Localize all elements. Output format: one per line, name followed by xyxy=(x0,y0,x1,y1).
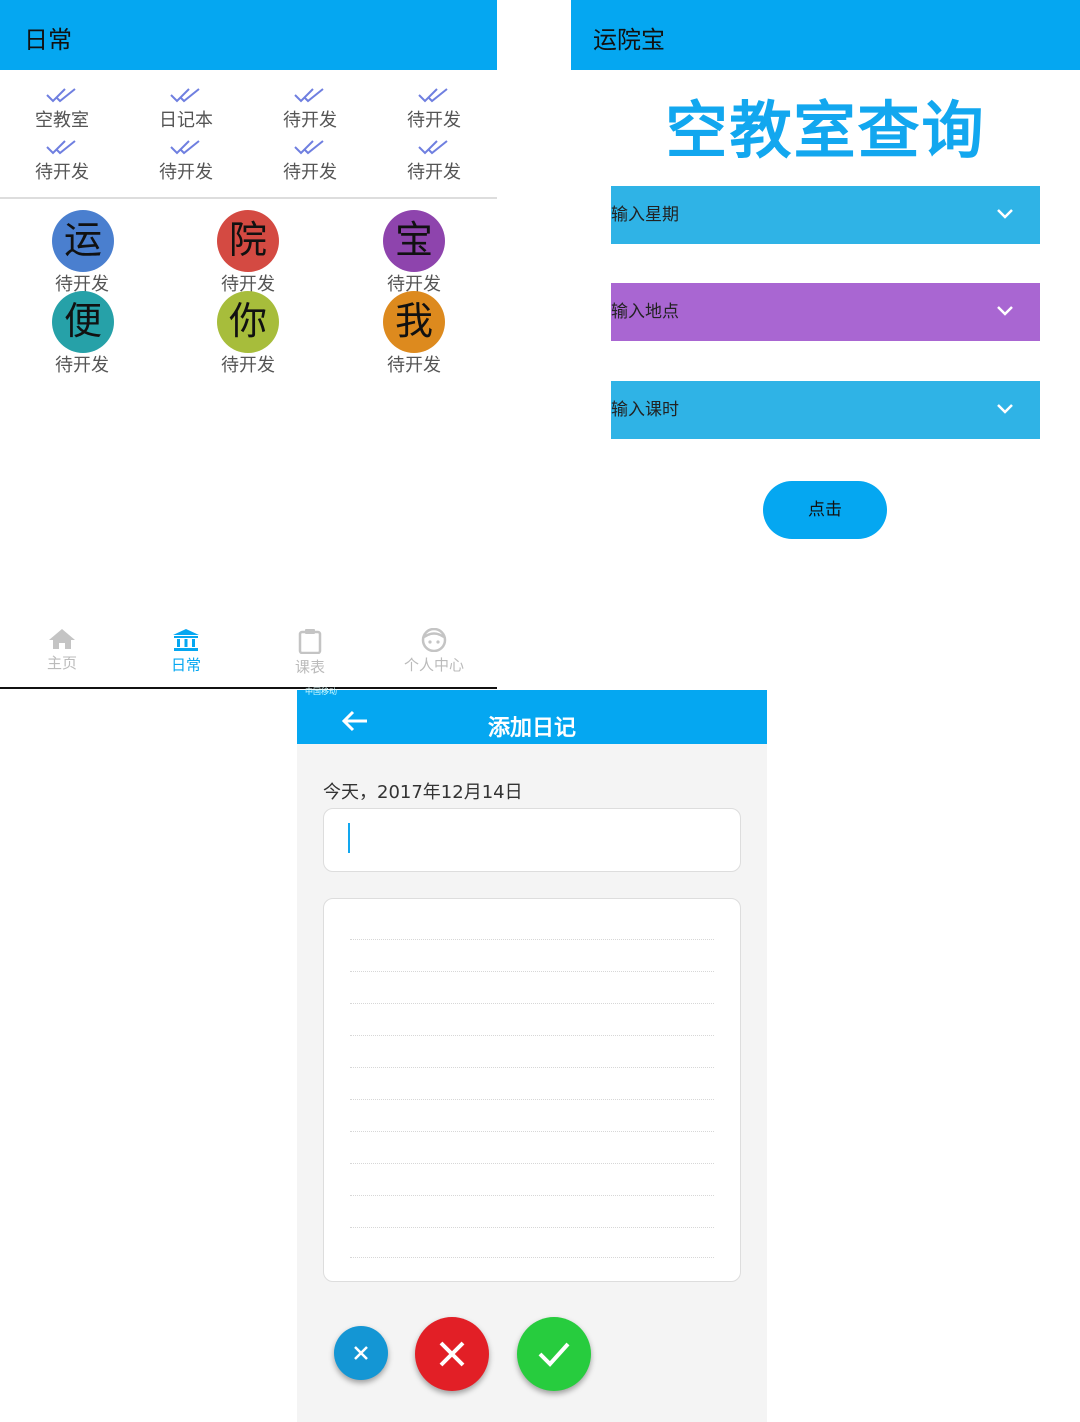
diary-panel: 中国移动 添加日记 今天，2017年12月14日 xyxy=(297,687,767,1422)
circle-item-label: 待开发 xyxy=(221,355,275,376)
quick-item-label: 待开发 xyxy=(159,162,213,183)
carrier-label: 中国移动 xyxy=(305,687,337,696)
nav-home[interactable]: 主页 xyxy=(17,628,107,673)
home-icon xyxy=(49,629,75,649)
query-heading: 空教室查询 xyxy=(665,94,986,167)
circle-item-yuan[interactable]: 院 xyxy=(217,210,279,272)
double-check-icon xyxy=(418,140,448,155)
close-icon xyxy=(439,1341,465,1367)
ruled-line xyxy=(350,1099,714,1100)
nav-profile[interactable]: 个人中心 xyxy=(389,628,479,675)
app-title: 运院宝 xyxy=(593,26,665,54)
ruled-line xyxy=(350,1195,714,1196)
nav-schedule[interactable]: 课表 xyxy=(265,628,355,677)
quick-item[interactable]: 待开发 xyxy=(265,138,355,184)
cancel-button[interactable] xyxy=(415,1317,489,1391)
ruled-line xyxy=(350,1035,714,1036)
diary-title: 添加日记 xyxy=(487,716,576,741)
query-button[interactable]: 点击 xyxy=(763,481,887,539)
diary-header: 中国移动 添加日记 xyxy=(297,687,767,744)
double-check-icon xyxy=(170,140,200,155)
ruled-line xyxy=(350,939,714,940)
quick-item[interactable]: 待开发 xyxy=(389,86,479,132)
ruled-line xyxy=(350,1257,714,1258)
confirm-button[interactable] xyxy=(517,1317,591,1391)
clear-button[interactable] xyxy=(334,1326,388,1380)
quick-item-label: 待开发 xyxy=(283,162,337,183)
quick-item-label: 待开发 xyxy=(407,162,461,183)
bank-icon xyxy=(173,629,199,651)
location-select[interactable]: 输入地点 xyxy=(611,283,1040,341)
quick-item-label: 待开发 xyxy=(283,110,337,131)
double-check-icon xyxy=(418,88,448,103)
quick-item-label: 待开发 xyxy=(407,110,461,131)
query-panel: 运院宝 空教室查询 输入星期 输入地点 输入课时 点击 xyxy=(571,0,1080,560)
quick-item-empty-classroom[interactable]: 空教室 xyxy=(17,86,107,132)
nav-label: 日常 xyxy=(170,656,201,674)
text-caret xyxy=(348,823,350,853)
diary-body-input[interactable] xyxy=(323,898,741,1282)
ruled-line xyxy=(350,1131,714,1132)
quick-item-label: 待开发 xyxy=(35,162,89,183)
period-select[interactable]: 输入课时 xyxy=(611,381,1040,439)
circle-item-label: 待开发 xyxy=(55,355,109,376)
weekday-select-label: 输入星期 xyxy=(611,205,679,225)
quick-item[interactable]: 待开发 xyxy=(17,138,107,184)
diary-title-input[interactable] xyxy=(323,808,741,872)
chevron-down-icon xyxy=(997,306,1013,316)
close-icon xyxy=(354,1346,368,1360)
daily-header: 日常 xyxy=(0,0,497,70)
double-check-icon xyxy=(294,88,324,103)
period-select-label: 输入课时 xyxy=(611,400,679,420)
circle-item-wo[interactable]: 我 xyxy=(383,291,445,353)
double-check-icon xyxy=(294,140,324,155)
weekday-select[interactable]: 输入星期 xyxy=(611,186,1040,244)
circle-item-bian[interactable]: 便 xyxy=(52,291,114,353)
daily-panel: 日常 空教室 日记本 待开发 待开发 待开发 待开发 待开发 待开发 运 待开发… xyxy=(0,0,497,689)
ruled-line xyxy=(350,1163,714,1164)
nav-label: 课表 xyxy=(294,658,325,676)
circle-item-label: 待开发 xyxy=(387,355,441,376)
nav-daily[interactable]: 日常 xyxy=(141,628,231,675)
ruled-line xyxy=(350,1067,714,1068)
chevron-down-icon xyxy=(997,404,1013,414)
quick-item-label: 日记本 xyxy=(159,110,213,131)
double-check-icon xyxy=(46,140,76,155)
double-check-icon xyxy=(46,88,76,103)
double-check-icon xyxy=(170,88,200,103)
face-icon xyxy=(421,628,447,652)
daily-title: 日常 xyxy=(24,26,72,54)
chevron-down-icon xyxy=(997,209,1013,219)
nav-label: 主页 xyxy=(46,654,77,672)
ruled-line xyxy=(350,1003,714,1004)
ruled-line xyxy=(350,1227,714,1228)
quick-item[interactable]: 待开发 xyxy=(141,138,231,184)
quick-item-diary[interactable]: 日记本 xyxy=(141,86,231,132)
divider xyxy=(0,197,497,199)
circle-item-bao[interactable]: 宝 xyxy=(383,210,445,272)
circle-item-yun[interactable]: 运 xyxy=(52,210,114,272)
check-icon xyxy=(538,1342,570,1367)
location-select-label: 输入地点 xyxy=(611,302,679,322)
nav-label: 个人中心 xyxy=(403,656,464,674)
quick-item[interactable]: 待开发 xyxy=(265,86,355,132)
quick-item-label: 空教室 xyxy=(35,110,89,131)
date-label: 今天，2017年12月14日 xyxy=(323,782,523,803)
query-header: 运院宝 xyxy=(571,0,1080,70)
ruled-line xyxy=(350,971,714,972)
clipboard-icon xyxy=(298,629,322,654)
quick-item[interactable]: 待开发 xyxy=(389,138,479,184)
circle-item-ni[interactable]: 你 xyxy=(217,291,279,353)
